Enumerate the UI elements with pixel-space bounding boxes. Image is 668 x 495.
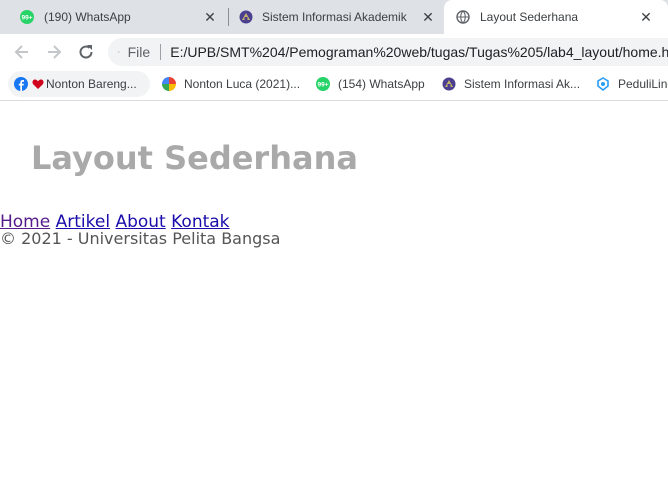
bookmark-label: Sistem Informasi Ak... xyxy=(464,77,581,91)
footer-text: © 2021 - Universitas Pelita Bangsa xyxy=(0,229,281,248)
bookmark-sistem-informasi[interactable]: Sistem Informasi Ak... xyxy=(442,70,580,98)
close-tab-icon[interactable]: ✕ xyxy=(638,9,654,25)
university-logo-icon xyxy=(239,10,253,24)
back-icon[interactable] xyxy=(12,42,32,62)
tab-sistem-informasi[interactable]: Sistem Informasi Akademik ✕ xyxy=(230,0,442,34)
page-title: Layout Sederhana xyxy=(31,139,358,177)
bookmark-label: (154) WhatsApp xyxy=(338,77,425,91)
bookmark-label: Nonton Bareng... xyxy=(46,77,137,91)
address-bar[interactable]: File E:/UPB/SMT%204/Pemograman%20web/tug… xyxy=(108,38,668,66)
bookmark-pedulilindungi[interactable]: PeduliLindungi xyxy=(596,70,668,98)
university-logo-icon xyxy=(442,77,456,91)
tab-label: (190) WhatsApp xyxy=(44,10,131,24)
svg-text:99+: 99+ xyxy=(21,15,32,22)
tab-whatsapp[interactable]: 99+ (190) WhatsApp ✕ xyxy=(12,0,226,34)
bookmark-whatsapp[interactable]: 99+ (154) WhatsApp xyxy=(316,70,425,98)
pedulilindungi-icon xyxy=(597,77,609,91)
tab-layout-sederhana[interactable]: Layout Sederhana ✕ xyxy=(444,0,668,34)
browser-chrome: 99+ (190) WhatsApp ✕ Sistem Informasi Ak… xyxy=(0,0,668,103)
forward-icon[interactable] xyxy=(44,42,64,62)
close-tab-icon[interactable]: ✕ xyxy=(202,9,218,25)
page-content: Layout Sederhana Home Artikel About Kont… xyxy=(0,103,668,495)
bookmark-label: PeduliLindungi xyxy=(618,77,668,91)
bookmarks-bar: Nonton Bareng... Nonton Luca (2021)... 9… xyxy=(0,70,668,101)
whatsapp-icon: 99+ xyxy=(316,77,330,91)
tab-strip: 99+ (190) WhatsApp ✕ Sistem Informasi Ak… xyxy=(0,0,668,34)
info-icon[interactable] xyxy=(118,44,120,60)
close-tab-icon[interactable]: ✕ xyxy=(420,9,436,25)
tab-separator xyxy=(228,8,229,26)
globe-icon xyxy=(456,10,470,24)
url-text[interactable]: E:/UPB/SMT%204/Pemograman%20web/tugas/Tu… xyxy=(170,44,668,60)
whatsapp-icon: 99+ xyxy=(20,10,34,24)
heart-icon xyxy=(32,79,44,89)
bookmark-label: Nonton Luca (2021)... xyxy=(184,77,301,91)
scheme-label: File xyxy=(127,44,151,60)
bookmark-nonton-bareng[interactable]: Nonton Bareng... xyxy=(8,71,150,97)
toolbar: File E:/UPB/SMT%204/Pemograman%20web/tug… xyxy=(0,34,668,70)
svg-text:99+: 99+ xyxy=(317,82,328,89)
reload-icon[interactable] xyxy=(76,42,96,62)
bookmark-nonton-luca[interactable]: Nonton Luca (2021)... xyxy=(162,70,300,98)
facebook-icon xyxy=(14,77,28,91)
pinwheel-icon xyxy=(162,77,176,91)
tab-label: Sistem Informasi Akademik xyxy=(262,10,407,24)
tab-label: Layout Sederhana xyxy=(480,10,579,24)
